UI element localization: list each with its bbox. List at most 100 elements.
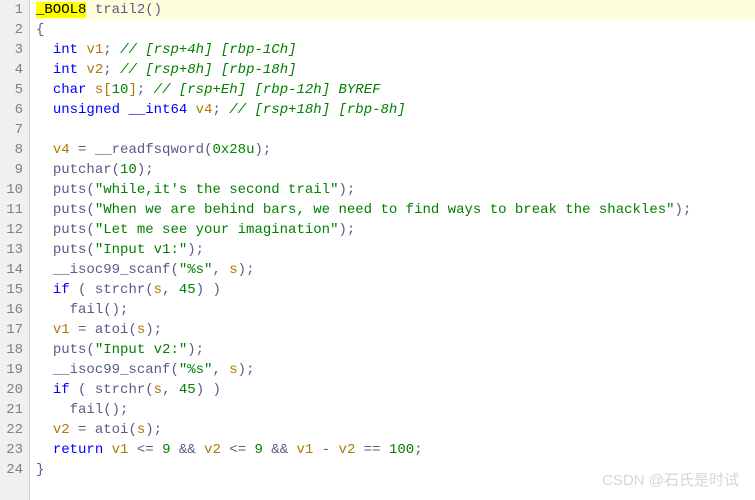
code-line[interactable]: v4 = __readfsqword(0x28u); xyxy=(36,140,755,160)
code-line[interactable]: putchar(10); xyxy=(36,160,755,180)
rparen: ) xyxy=(145,422,153,438)
space xyxy=(204,382,212,398)
string-literal: "Input v1:" xyxy=(95,242,187,258)
line-number: 16 xyxy=(0,300,23,320)
space xyxy=(86,382,94,398)
rparen: ) xyxy=(238,362,246,378)
type-unsigned: unsigned xyxy=(53,102,120,118)
code-line[interactable]: puts("while,it's the second trail"); xyxy=(36,180,755,200)
keyword-return: return xyxy=(53,442,103,458)
line-number: 15 xyxy=(0,280,23,300)
line-number: 14 xyxy=(0,260,23,280)
code-line[interactable]: puts("When we are behind bars, we need t… xyxy=(36,200,755,220)
line-number: 22 xyxy=(0,420,23,440)
call-puts: puts xyxy=(53,342,87,358)
code-line[interactable]: if ( strchr(s, 45) ) xyxy=(36,280,755,300)
code-line[interactable]: v2 = atoi(s); xyxy=(36,420,755,440)
assign: = xyxy=(70,422,95,438)
code-line[interactable]: __isoc99_scanf("%s", s); xyxy=(36,360,755,380)
indent xyxy=(36,82,53,98)
semi: ; xyxy=(347,182,355,198)
code-line[interactable]: unsigned __int64 v4; // [rsp+18h] [rbp-8… xyxy=(36,100,755,120)
lparen: ( xyxy=(145,382,153,398)
call-puts: puts xyxy=(53,242,87,258)
code-line[interactable]: int v2; // [rsp+8h] [rbp-18h] xyxy=(36,60,755,80)
code-line[interactable]: int v1; // [rsp+4h] [rbp-1Ch] xyxy=(36,40,755,60)
semi: ; xyxy=(212,102,220,118)
line-number-gutter: 1 2 3 4 5 6 7 8 9 10 11 12 13 14 15 16 1… xyxy=(0,0,30,500)
line-number: 21 xyxy=(0,400,23,420)
code-line[interactable]: if ( strchr(s, 45) ) xyxy=(36,380,755,400)
type-int: int xyxy=(53,42,78,58)
code-line[interactable]: _BOOL8 trail2() xyxy=(36,0,755,20)
call-putchar: putchar xyxy=(53,162,112,178)
indent xyxy=(36,322,53,338)
code-line[interactable]: __isoc99_scanf("%s", s); xyxy=(36,260,755,280)
indent xyxy=(36,382,53,398)
rparen: ) xyxy=(137,162,145,178)
code-line[interactable]: fail(); xyxy=(36,400,755,420)
arg: 0x28u xyxy=(212,142,254,158)
line-number: 8 xyxy=(0,140,23,160)
string-literal: "while,it's the second trail" xyxy=(95,182,339,198)
var-s: s xyxy=(229,262,237,278)
code-line[interactable]: char s[10]; // [rsp+Eh] [rbp-12h] BYREF xyxy=(36,80,755,100)
line-number: 9 xyxy=(0,160,23,180)
var-s: s xyxy=(154,282,162,298)
keyword-if: if xyxy=(53,382,70,398)
code-line[interactable]: v1 = atoi(s); xyxy=(36,320,755,340)
indent xyxy=(36,262,53,278)
code-line[interactable]: puts("Let me see your imagination"); xyxy=(36,220,755,240)
indent xyxy=(36,62,53,78)
op-le: <= xyxy=(128,442,162,458)
code-editor: 1 2 3 4 5 6 7 8 9 10 11 12 13 14 15 16 1… xyxy=(0,0,755,500)
line-number: 1 xyxy=(0,0,23,20)
code-line[interactable]: puts("Input v1:"); xyxy=(36,240,755,260)
line-number: 3 xyxy=(0,40,23,60)
line-number: 24 xyxy=(0,460,23,480)
code-line[interactable]: { xyxy=(36,20,755,40)
comment: // [rsp+Eh] [rbp-12h] BYREF xyxy=(154,82,381,98)
rparen: ) xyxy=(338,222,346,238)
op-eq: == xyxy=(355,442,389,458)
op-and: && xyxy=(170,442,204,458)
line-number: 17 xyxy=(0,320,23,340)
semi: ; xyxy=(154,322,162,338)
call-puts: puts xyxy=(53,182,87,198)
arg: 45 xyxy=(179,282,196,298)
type-int: int xyxy=(53,62,78,78)
indent xyxy=(36,242,53,258)
line-number: 7 xyxy=(0,120,23,140)
format-string: "%s" xyxy=(179,262,213,278)
type-char: char xyxy=(53,82,87,98)
var-v2: v2 xyxy=(204,442,221,458)
line-number: 6 xyxy=(0,100,23,120)
line-number: 18 xyxy=(0,340,23,360)
code-line[interactable]: } xyxy=(36,460,755,480)
rparen: ) xyxy=(145,322,153,338)
return-type: _BOOL8 xyxy=(36,2,86,18)
arg: 10 xyxy=(120,162,137,178)
code-line[interactable] xyxy=(36,120,755,140)
var-v1: v1 xyxy=(86,42,103,58)
semi: ; xyxy=(120,402,128,418)
var-v4: v4 xyxy=(53,142,70,158)
code-area[interactable]: _BOOL8 trail2() { int v1; // [rsp+4h] [r… xyxy=(30,0,755,500)
indent xyxy=(36,42,53,58)
lparen: ( xyxy=(86,222,94,238)
comment: // [rsp+4h] [rbp-1Ch] xyxy=(120,42,296,58)
paren: () xyxy=(145,2,162,18)
op-minus: - xyxy=(313,442,338,458)
lparen: ( xyxy=(86,242,94,258)
line-number: 2 xyxy=(0,20,23,40)
code-line[interactable]: puts("Input v2:"); xyxy=(36,340,755,360)
semi: ; xyxy=(137,82,145,98)
lparen: ( xyxy=(128,422,136,438)
call-scanf: __isoc99_scanf xyxy=(53,262,171,278)
code-line[interactable]: return v1 <= 9 && v2 <= 9 && v1 - v2 == … xyxy=(36,440,755,460)
semi: ; xyxy=(196,342,204,358)
code-line[interactable]: fail(); xyxy=(36,300,755,320)
semi: ; xyxy=(246,362,254,378)
line-number: 5 xyxy=(0,80,23,100)
indent xyxy=(36,282,53,298)
